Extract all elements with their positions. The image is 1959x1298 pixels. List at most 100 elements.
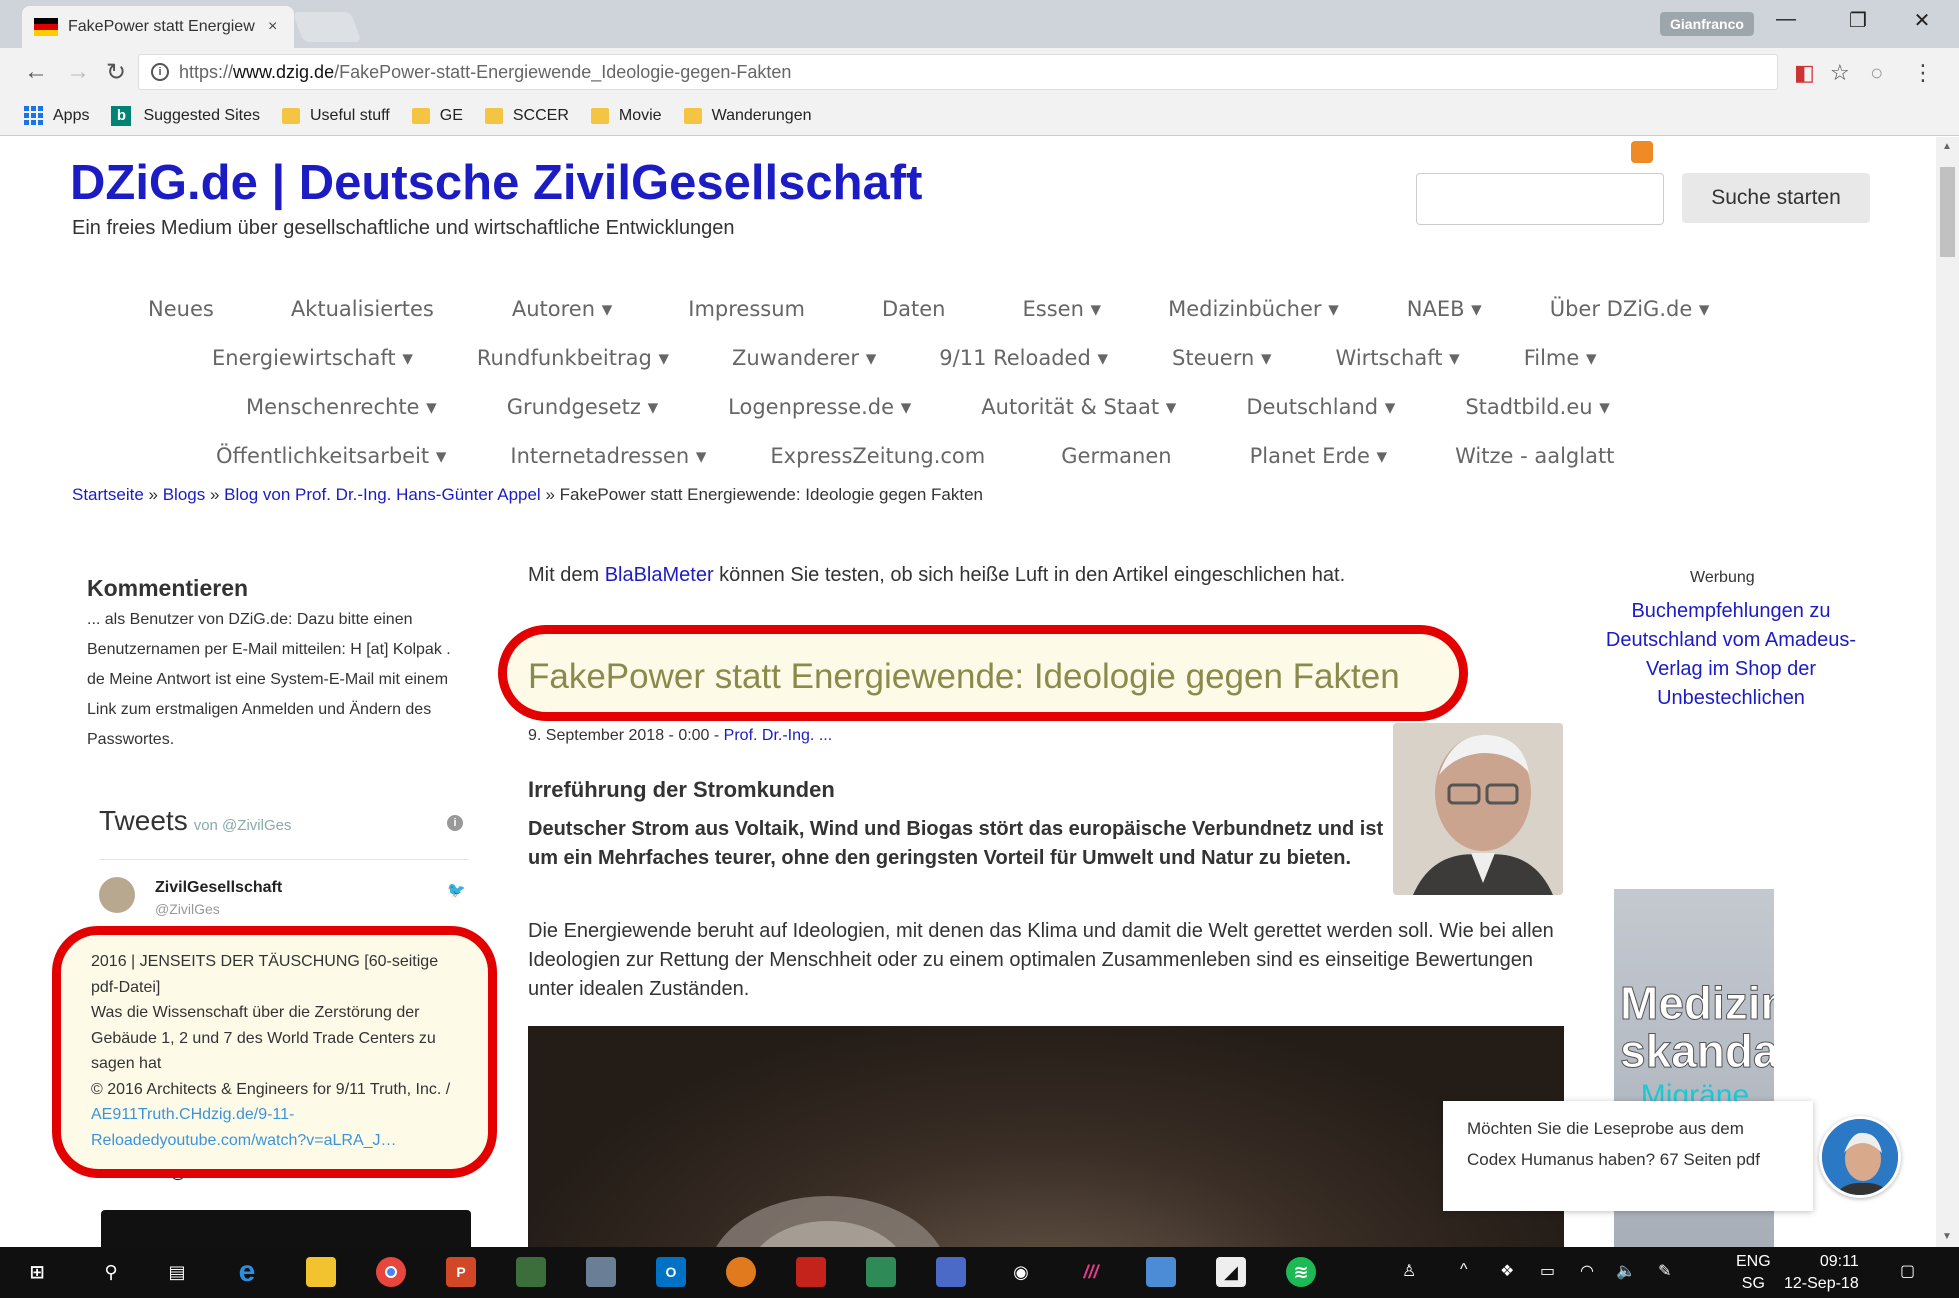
menu-item-daten[interactable]: Daten — [882, 297, 946, 321]
menu-item-internetadressen[interactable]: Internetadressen ▾ — [510, 444, 706, 468]
tweet-author-handle[interactable]: @ZivilGes — [155, 901, 220, 917]
menu-item-medizinbuecher[interactable]: Medizinbücher ▾ — [1168, 297, 1339, 321]
author-link[interactable]: Prof. Dr.-Ing. ... — [724, 727, 832, 744]
spotify-icon[interactable]: ≋ — [1286, 1257, 1316, 1287]
menu-item-essen[interactable]: Essen ▾ — [1023, 297, 1102, 321]
pen-icon[interactable]: ✎ — [1658, 1261, 1671, 1281]
bookmark-useful-stuff[interactable]: Useful stuff — [282, 107, 390, 125]
menu-item-911-reloaded[interactable]: 9/11 Reloaded ▾ — [939, 346, 1108, 370]
bookmark-ge[interactable]: GE — [411, 107, 463, 125]
outlook-icon[interactable]: O — [656, 1257, 686, 1287]
address-bar[interactable]: i https://www.dzig.de/FakePower-statt-En… — [138, 54, 1778, 90]
twitter-bird-icon[interactable]: 🐦 — [447, 881, 466, 899]
menu-item-neues[interactable]: Neues — [148, 297, 214, 321]
bookmark-movie[interactable]: Movie — [590, 107, 662, 125]
menu-item-zuwanderer[interactable]: Zuwanderer ▾ — [732, 346, 876, 370]
search-input[interactable] — [1416, 173, 1664, 225]
battery-icon[interactable]: ▭ — [1540, 1261, 1555, 1281]
menu-item-autoren[interactable]: Autoren ▾ — [512, 297, 612, 321]
info-icon[interactable]: i — [447, 815, 463, 831]
breadcrumb-blog[interactable]: Blog von Prof. Dr.-Ing. Hans-Günter Appe… — [224, 485, 541, 504]
tray-chevron-icon[interactable]: ^ — [1460, 1261, 1468, 1279]
app-icon-7[interactable]: /// — [1076, 1257, 1106, 1287]
bookmark-apps[interactable]: Apps — [24, 106, 89, 125]
people-icon[interactable]: ♙ — [1402, 1261, 1416, 1281]
chat-avatar[interactable] — [1819, 1116, 1901, 1198]
menu-item-logenpresse[interactable]: Logenpresse.de ▾ — [728, 395, 911, 419]
extension-circle-icon[interactable]: ○ — [1870, 60, 1883, 86]
app-icon-1[interactable] — [516, 1257, 546, 1287]
rss-icon[interactable] — [1631, 141, 1653, 163]
profile-button[interactable]: Gianfranco — [1660, 12, 1754, 36]
menu-item-deutschland[interactable]: Deutschland ▾ — [1246, 395, 1395, 419]
app-icon-6[interactable]: ◉ — [1006, 1257, 1036, 1287]
restore-icon[interactable]: ❐ — [1838, 8, 1878, 33]
menu-item-autoritaet-staat[interactable]: Autorität & Staat ▾ — [981, 395, 1176, 419]
menu-item-stadtbild[interactable]: Stadtbild.eu ▾ — [1465, 395, 1609, 419]
bookmark-star-icon[interactable]: ☆ — [1830, 60, 1850, 86]
menu-item-naeb[interactable]: NAEB ▾ — [1407, 297, 1482, 321]
close-window-icon[interactable]: ✕ — [1902, 8, 1942, 33]
menu-item-germanen[interactable]: Germanen — [1061, 444, 1171, 468]
extension-icon[interactable]: ◧ — [1794, 60, 1815, 86]
bookmark-sccer[interactable]: SCCER — [484, 107, 569, 125]
app-icon-5[interactable] — [866, 1257, 896, 1287]
menu-item-expresszeitung[interactable]: ExpressZeitung.com — [770, 444, 985, 468]
page-scrollbar[interactable]: ▲ ▼ — [1936, 137, 1959, 1247]
tweet-author-name[interactable]: ZivilGesellschaft — [155, 879, 282, 897]
app-icon-3[interactable] — [726, 1257, 756, 1287]
menu-item-rundfunkbeitrag[interactable]: Rundfunkbeitrag ▾ — [477, 346, 669, 370]
app-icon-8[interactable] — [1146, 1257, 1176, 1287]
menu-item-aktualisiertes[interactable]: Aktualisiertes — [291, 297, 434, 321]
powerpoint-icon[interactable]: P — [446, 1257, 476, 1287]
chrome-icon[interactable] — [376, 1257, 406, 1287]
app-icon-4[interactable] — [796, 1257, 826, 1287]
task-view-icon[interactable]: ▤ — [162, 1257, 192, 1287]
menu-item-filme[interactable]: Filme ▾ — [1524, 346, 1597, 370]
browser-tab[interactable]: FakePower statt Energiew × — [22, 6, 294, 48]
menu-item-grundgesetz[interactable]: Grundgesetz ▾ — [507, 395, 658, 419]
forward-icon[interactable]: → — [66, 58, 90, 86]
info-icon[interactable]: i — [151, 63, 169, 81]
reload-icon[interactable]: ↻ — [106, 58, 126, 87]
menu-item-ueber-dzig[interactable]: Über DZiG.de ▾ — [1550, 297, 1710, 321]
network-icon[interactable] — [936, 1257, 966, 1287]
volume-icon[interactable]: 🔈 — [1616, 1261, 1636, 1281]
menu-item-witze[interactable]: Witze - aalglatt — [1455, 444, 1614, 468]
scroll-down-icon[interactable]: ▼ — [1942, 1231, 1952, 1242]
embedded-video[interactable] — [101, 1210, 471, 1247]
buchempfehlungen-link[interactable]: Buchempfehlungen zu Deutschland vom Amad… — [1602, 597, 1860, 713]
blablameter-link[interactable]: BlaBlaMeter — [605, 564, 714, 586]
wifi-icon[interactable]: ◠ — [1580, 1261, 1594, 1281]
file-explorer-icon[interactable] — [306, 1257, 336, 1287]
menu-item-impressum[interactable]: Impressum — [688, 297, 805, 321]
breadcrumb-blogs[interactable]: Blogs — [163, 485, 206, 504]
back-icon[interactable]: ← — [24, 58, 48, 86]
menu-item-menschenrechte[interactable]: Menschenrechte ▾ — [246, 395, 437, 419]
menu-item-wirtschaft[interactable]: Wirtschaft ▾ — [1336, 346, 1460, 370]
clock[interactable]: 09:11 12-Sep-18 — [1784, 1251, 1859, 1295]
minimize-icon[interactable]: — — [1766, 8, 1806, 31]
site-title[interactable]: DZiG.de | Deutsche ZivilGesellschaft — [70, 155, 922, 211]
menu-item-oeffentlichkeitsarbeit[interactable]: Öffentlichkeitsarbeit ▾ — [216, 444, 446, 468]
tweets-by-link[interactable]: von @ZivilGes — [194, 817, 292, 834]
dropbox-icon[interactable]: ❖ — [1500, 1261, 1514, 1281]
search-button[interactable]: Suche starten — [1682, 173, 1870, 223]
new-tab-button[interactable] — [292, 12, 362, 42]
app-icon-9[interactable]: ◢ — [1216, 1257, 1246, 1287]
chat-popup[interactable]: Möchten Sie die Leseprobe aus dem Codex … — [1443, 1101, 1813, 1211]
edge-icon[interactable]: e — [232, 1255, 262, 1288]
scrollbar-thumb[interactable] — [1940, 167, 1955, 257]
menu-item-energiewirtschaft[interactable]: Energiewirtschaft ▾ — [212, 346, 413, 370]
search-icon[interactable]: ⚲ — [96, 1257, 126, 1287]
breadcrumb-home[interactable]: Startseite — [72, 485, 144, 504]
bookmark-wanderungen[interactable]: Wanderungen — [683, 107, 812, 125]
language-indicator[interactable]: ENG SG — [1736, 1251, 1771, 1295]
tweet-links[interactable]: AE911Truth.CHdzig.de/9-11-Reloadedyoutub… — [91, 1106, 397, 1149]
avatar[interactable] — [99, 877, 135, 913]
scroll-up-icon[interactable]: ▲ — [1942, 141, 1952, 152]
notification-icon[interactable]: ▢ — [1900, 1261, 1915, 1281]
menu-item-planet-erde[interactable]: Planet Erde ▾ — [1250, 444, 1388, 468]
windows-start-icon[interactable]: ⊞ — [22, 1257, 52, 1287]
app-icon-2[interactable] — [586, 1257, 616, 1287]
